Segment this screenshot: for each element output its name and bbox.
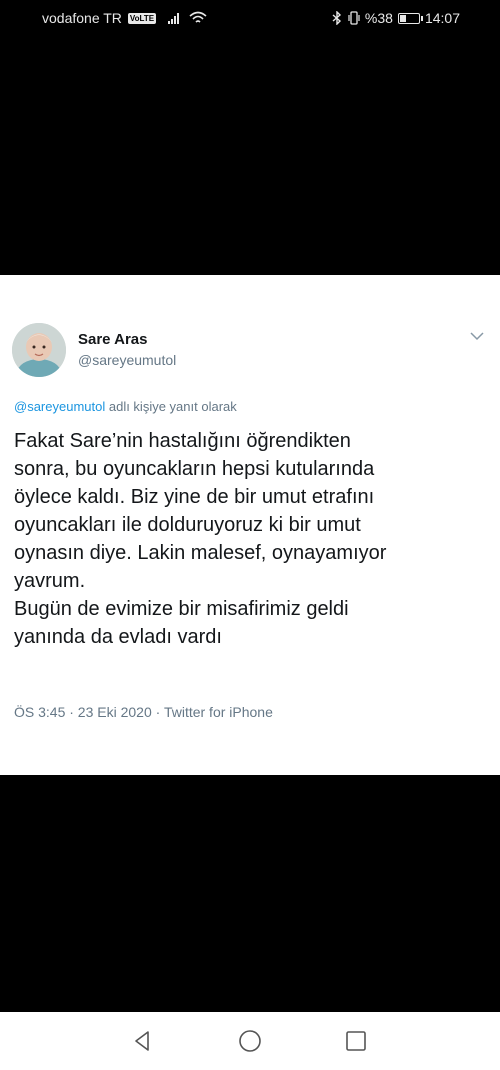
display-name[interactable]: Sare Aras bbox=[78, 331, 148, 348]
clock: 14:07 bbox=[424, 10, 460, 26]
tweet-text-line: Bugün de evimize bir misafirimiz geldi bbox=[14, 598, 349, 620]
avatar-image bbox=[12, 323, 66, 377]
reply-context: @sareyeumutol adlı kişiye yanıt olarak bbox=[14, 399, 237, 414]
tweet-text-line: oynasın diye. Lakin malesef, oynayamıyor bbox=[14, 542, 387, 564]
status-right: %38 14:07 bbox=[331, 10, 460, 26]
status-bar: vodafone TR VoLTE %38 14:07 bbox=[0, 0, 500, 36]
tweet-text-line: oyuncakları ile dolduruyoruz ki bir umut bbox=[14, 514, 361, 536]
tweet-text-line: yavrum. bbox=[14, 570, 86, 592]
tweet-card: Sare Aras @sareyeumutol @sareyeumutol ad… bbox=[0, 275, 500, 775]
tweet-text-line: Fakat Sare’nin hastalığını öğrendikten bbox=[14, 430, 351, 452]
tweet-text-line: sonra, bu oyuncakların hepsi kutularında bbox=[14, 458, 375, 480]
battery-fill bbox=[399, 14, 406, 22]
battery-percent: %38 bbox=[364, 10, 393, 26]
tweet-timestamp[interactable]: ÖS 3:45 · 23 Eki 2020 · Twitter for iPho… bbox=[14, 704, 273, 720]
user-handle[interactable]: @sareyeumutol bbox=[78, 352, 176, 368]
volte-badge: VoLTE bbox=[127, 12, 157, 24]
tweet-text: Fakat Sare’nin hastalığını öğrendikten s… bbox=[14, 427, 490, 651]
chevron-down-icon[interactable] bbox=[470, 331, 484, 341]
tweet-text-line: öylece kaldı. Biz yine de bir umut etraf… bbox=[14, 486, 375, 508]
reply-context-text: adlı kişiye yanıt olarak bbox=[105, 399, 237, 414]
home-icon[interactable] bbox=[238, 1029, 262, 1053]
battery-icon bbox=[397, 12, 423, 24]
navigation-bar bbox=[0, 1012, 500, 1070]
signal-icon bbox=[168, 12, 180, 24]
carrier-name: vodafone TR bbox=[42, 10, 122, 26]
reply-mention-link[interactable]: @sareyeumutol bbox=[14, 399, 105, 414]
vibrate-icon bbox=[348, 11, 360, 25]
recents-icon[interactable] bbox=[344, 1029, 368, 1053]
wifi-icon bbox=[189, 11, 207, 23]
back-icon[interactable] bbox=[131, 1029, 155, 1053]
tweet-text-line: yanında da evladı vardı bbox=[14, 626, 222, 648]
bluetooth-icon bbox=[332, 11, 341, 25]
avatar[interactable] bbox=[12, 323, 66, 377]
status-left: vodafone TR VoLTE bbox=[42, 10, 207, 26]
